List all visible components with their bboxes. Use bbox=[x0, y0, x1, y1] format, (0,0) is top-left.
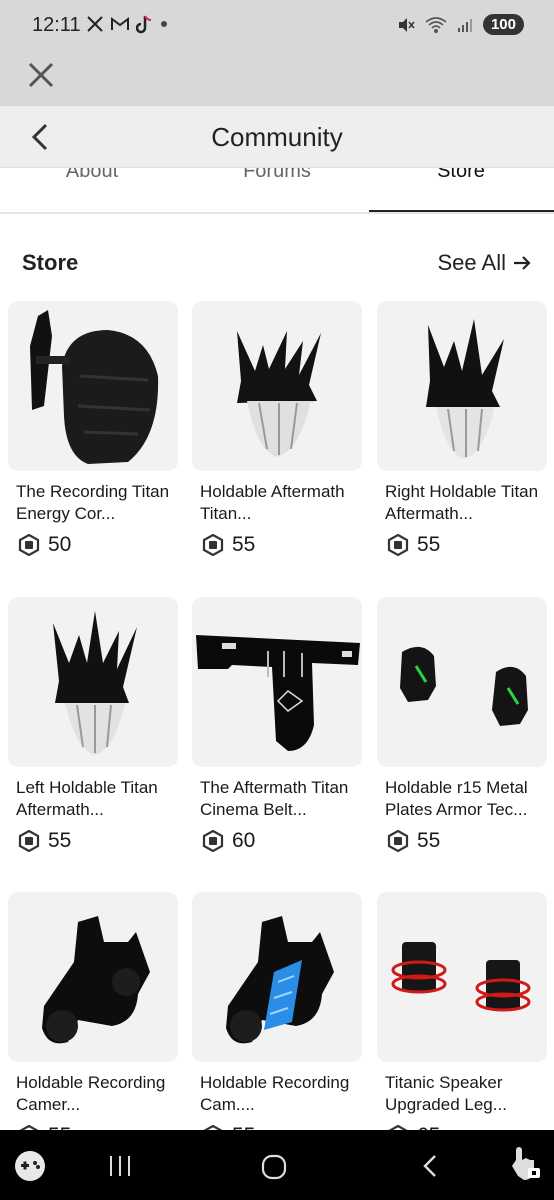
signal-icon bbox=[457, 18, 472, 32]
game-controller-icon[interactable] bbox=[14, 1150, 46, 1182]
store-item[interactable]: Left Holdable Titan Aftermath... 55 bbox=[8, 597, 178, 853]
x-icon bbox=[87, 16, 103, 32]
store-item[interactable]: Holdable Aftermath Titan... 55 bbox=[192, 301, 362, 557]
item-thumbnail bbox=[377, 597, 547, 767]
clock: 12:11 bbox=[32, 14, 81, 36]
robux-icon bbox=[18, 830, 40, 852]
tab-store[interactable]: Store bbox=[369, 168, 553, 183]
item-name: The Recording Titan Energy Cor... bbox=[16, 482, 170, 523]
recording-camera-image bbox=[42, 916, 150, 1044]
system-icons: 100 bbox=[397, 14, 524, 35]
robux-icon bbox=[18, 534, 40, 556]
price-value: 55 bbox=[417, 829, 441, 852]
gmail-icon bbox=[111, 17, 129, 30]
mute-icon bbox=[398, 17, 415, 32]
store-item[interactable]: The Aftermath Titan Cinema Belt... 60 bbox=[192, 597, 362, 853]
tiktok-icon bbox=[136, 15, 152, 34]
close-icon[interactable] bbox=[26, 60, 56, 90]
store-item[interactable]: The Recording Titan Energy Cor... 50 bbox=[8, 301, 178, 557]
close-bar bbox=[0, 50, 554, 106]
titanic-speaker-image bbox=[391, 942, 531, 1012]
price-value: 60 bbox=[232, 829, 256, 852]
battery-indicator: 100 bbox=[482, 14, 524, 35]
arrow-right-icon bbox=[514, 256, 531, 270]
status-bar: 12:11 100 bbox=[0, 0, 554, 50]
recording-camera-blue-image bbox=[226, 916, 334, 1044]
touch-lock-icon[interactable] bbox=[508, 1146, 542, 1182]
robux-icon bbox=[202, 830, 224, 852]
armor-plates-image bbox=[400, 646, 528, 726]
page-title: Community bbox=[211, 122, 343, 152]
item-name: The Aftermath Titan Cinema Belt... bbox=[200, 778, 349, 819]
right-titan-image bbox=[426, 319, 504, 459]
notification-icons bbox=[86, 14, 168, 34]
item-name: Left Holdable Titan Aftermath... bbox=[16, 778, 158, 819]
left-titan-image bbox=[53, 611, 137, 755]
item-price: 55 bbox=[377, 829, 547, 853]
item-thumbnail bbox=[192, 892, 362, 1062]
item-price: 55 bbox=[8, 829, 178, 853]
wifi-6e-icon bbox=[425, 16, 447, 33]
item-thumbnail bbox=[192, 597, 362, 767]
page-header: Community bbox=[0, 106, 554, 168]
item-price: 50 bbox=[8, 533, 178, 557]
robux-icon bbox=[387, 830, 409, 852]
item-thumbnail bbox=[192, 301, 362, 471]
recent-apps-icon[interactable] bbox=[108, 1154, 132, 1178]
robux-icon bbox=[202, 534, 224, 556]
price-value: 50 bbox=[48, 533, 72, 556]
item-name: Holdable Recording Cam.... bbox=[200, 1073, 350, 1114]
store-item[interactable]: Holdable Recording Cam.... 55 bbox=[192, 892, 362, 1130]
price-value: 55 bbox=[48, 829, 72, 852]
item-name: Titanic Speaker Upgraded Leg... bbox=[385, 1073, 507, 1114]
item-thumbnail bbox=[377, 892, 547, 1062]
store-item[interactable]: Right Holdable Titan Aftermath... 55 bbox=[377, 301, 547, 557]
item-thumbnail bbox=[8, 597, 178, 767]
energy-core-image bbox=[30, 310, 159, 464]
item-name: Holdable Recording Camer... bbox=[16, 1073, 166, 1114]
active-tab-indicator bbox=[369, 210, 554, 212]
store-item[interactable]: Titanic Speaker Upgraded Leg... 65 bbox=[377, 892, 547, 1130]
store-item[interactable]: Holdable Recording Camer... 55 bbox=[8, 892, 178, 1130]
tab-forums[interactable]: Forums bbox=[185, 168, 369, 183]
store-item[interactable]: Holdable r15 Metal Plates Armor Tec... 5… bbox=[377, 597, 547, 853]
section-title: Store bbox=[22, 250, 79, 275]
system-nav-bar bbox=[0, 1130, 554, 1200]
item-thumbnail bbox=[8, 892, 178, 1062]
see-all-link[interactable]: See All bbox=[438, 250, 533, 276]
dot-icon bbox=[161, 21, 167, 27]
item-price: 55 bbox=[377, 533, 547, 557]
store-grid: The Recording Titan Energy Cor... 50 Hol… bbox=[8, 301, 548, 1130]
see-all-label: See All bbox=[437, 250, 507, 275]
home-icon[interactable] bbox=[261, 1154, 287, 1180]
price-value: 55 bbox=[417, 533, 441, 556]
item-thumbnail bbox=[377, 301, 547, 471]
item-name: Holdable Aftermath Titan... bbox=[200, 482, 345, 523]
item-name: Holdable r15 Metal Plates Armor Tec... bbox=[385, 778, 528, 819]
tab-about[interactable]: About bbox=[0, 168, 184, 183]
item-name: Right Holdable Titan Aftermath... bbox=[385, 482, 539, 523]
robux-icon bbox=[387, 534, 409, 556]
back-icon[interactable] bbox=[420, 1154, 440, 1178]
item-thumbnail bbox=[8, 301, 178, 471]
item-price: 60 bbox=[192, 829, 362, 853]
aftermath-titan-image bbox=[237, 331, 321, 457]
cinema-belt-image bbox=[196, 635, 360, 751]
item-price: 55 bbox=[192, 533, 362, 557]
price-value: 55 bbox=[232, 533, 256, 556]
tab-bar: About Forums Store bbox=[0, 168, 554, 214]
